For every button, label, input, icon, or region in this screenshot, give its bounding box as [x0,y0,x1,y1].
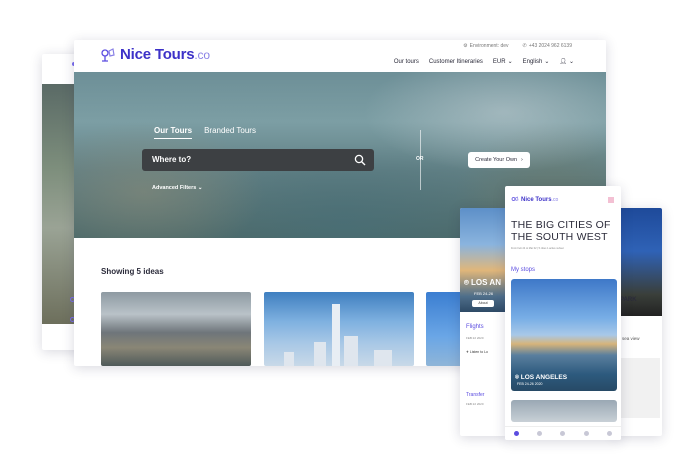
skyline-shape [374,350,392,366]
skyline-shape [284,352,294,366]
logo-icon [101,47,115,62]
create-your-own-button[interactable]: Create Your Own › [468,152,530,168]
search-input[interactable]: Where to? [142,149,374,171]
navbar: Nice Tours.co ⚙ Environment: dev ✆ +43 202… [74,40,606,72]
or-label: OR [416,156,424,162]
nav-home-icon[interactable] [514,431,520,436]
stop-image[interactable] [511,400,617,422]
city-title: ⌾ LOS AN [464,278,501,287]
detail-text: sea view [622,336,640,341]
logo-text: Nice Tours.co [120,46,210,63]
detail-title: PARK [620,297,637,303]
transfer-heading: Transfer [466,392,485,398]
transfer-date: FEB 22 2020 [466,402,484,406]
tab-our-tours[interactable]: Our Tours [154,126,193,139]
main-menu: Our tours Customer Itineraries EUR ⌄ Engl… [394,58,574,66]
bottom-nav [505,426,621,440]
advanced-filters-toggle[interactable]: Advanced Filters ⌄ [152,185,202,191]
user-icon: 👤︎ [559,59,567,65]
mobile-preview-itinerary: ⌾ LOS AN FEB 24-26 About Flights FEB 22 … [460,208,508,436]
mobile-preview-detail: PARK sea view [614,208,662,436]
tour-title: THE BIG CITIES OF THE SOUTH WEST [511,219,611,243]
menu-customer-itineraries[interactable]: Customer Itineraries [429,58,483,65]
tour-card-image[interactable] [264,292,414,366]
stop-date: FEB 24-26 2020 [517,382,543,386]
results-count: Showing 5 ideas [101,267,164,276]
phone-icon: ✆ [522,43,527,49]
about-button[interactable]: About [472,300,494,307]
logo[interactable]: Nice Tours.co [100,46,210,63]
tour-tabs: Our Tours Branded Tours [154,126,256,139]
chevron-down-icon: ⌄ [507,59,513,65]
nav-view-icon[interactable] [606,431,612,436]
tour-card-image[interactable] [101,292,251,366]
listen-item[interactable]: ✈ Listen to Lo [466,350,488,354]
chevron-right-icon: › [521,157,523,163]
skyline-shape [344,336,358,366]
phone-info[interactable]: ✆ +43 2024 962 6139 [523,43,572,49]
nav-hotel-icon[interactable] [583,431,589,436]
mobile-preview-tour: Nice Tours.co THE BIG CITIES OF THE SOUT… [505,186,621,440]
tour-subtitle: From Feb 24 to Mar 02 | 5 cities 1 activ… [511,247,564,250]
currency-select[interactable]: EUR ⌄ [493,58,513,66]
menu-our-tours[interactable]: Our tours [394,58,419,65]
flights-heading: Flights [466,324,484,330]
chevron-down-icon: ⌄ [568,59,574,65]
chevron-down-icon: ⌄ [197,185,203,191]
map-thumbnail[interactable] [620,358,660,418]
stop-city: ⌾ LOS ANGELES [515,374,568,381]
tab-branded-tours[interactable]: Branded Tours [204,126,256,139]
skyline-shape [314,342,326,366]
city-date: FEB 24-26 [474,291,494,296]
nav-car-icon[interactable] [560,431,566,436]
search-placeholder: Where to? [152,155,192,164]
gear-icon: ⚙ [463,43,468,49]
location-icon: ⌾ [515,374,519,381]
skyline-shape [332,304,340,366]
location-icon: ⌾ [464,278,469,287]
environment-info: ⚙ Environment: dev [463,43,509,49]
menu-icon[interactable] [607,196,615,204]
language-select[interactable]: English ⌄ [523,58,550,66]
user-menu[interactable]: 👤︎ ⌄ [559,58,574,65]
mobile-logo-text: Nice Tours.co [521,197,559,203]
my-stops-heading: My stops [511,267,536,273]
nav-flights-icon[interactable] [537,431,543,436]
chevron-down-icon: ⌄ [544,59,550,65]
mobile-logo[interactable]: Nice Tours.co [511,196,558,204]
flights-date: FEB 22 2020 [466,336,484,340]
city-hero-image [460,208,508,312]
top-info: ⚙ Environment: dev ✆ +43 2024 962 6139 [463,43,572,49]
search-icon[interactable] [354,154,366,166]
logo-icon [511,196,519,201]
